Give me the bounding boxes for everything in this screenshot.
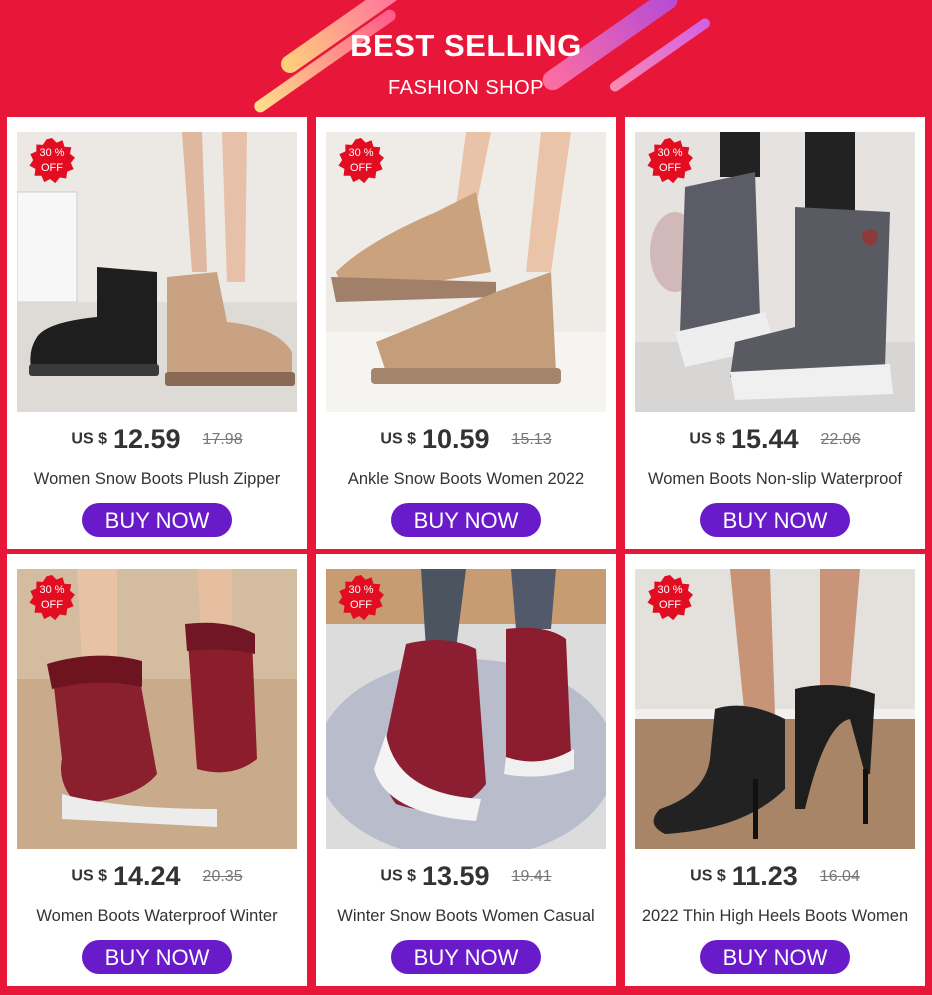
product-card[interactable]: 30 % OFF US $ 15.44 22.06 Women Boots Non-s… [625,117,925,549]
header: BEST SELLING FASHION SHOP [0,0,932,115]
currency-label: US $ [71,430,107,448]
buy-now-button[interactable]: BUY NOW [391,503,541,537]
sale-price: 15.44 [730,424,799,454]
product-title[interactable]: 2022 Thin High Heels Boots Women [625,907,925,926]
sale-price: 14.24 [112,861,181,891]
product-card[interactable]: 30 % OFF US $ 11.23 16.04 2022 Thin High He… [625,554,925,986]
buy-now-button[interactable]: BUY NOW [700,503,850,537]
product-card[interactable]: 30 % OFF US $ 13.59 19.41 Winter Snow Boots… [316,554,616,986]
original-price: 22.06 [820,430,861,448]
price-row: US $ 15.44 22.06 [625,424,925,458]
product-title[interactable]: Ankle Snow Boots Women 2022 [316,470,616,489]
product-image[interactable]: 30 % OFF [326,132,606,412]
price-row: US $ 13.59 19.41 [316,861,616,895]
product-title[interactable]: Women Boots Non-slip Waterproof [625,470,925,489]
price-row: US $ 11.23 16.04 [625,861,925,895]
page-title: BEST SELLING [350,28,582,63]
product-image[interactable]: 30 % OFF [17,569,297,849]
sale-price: 11.23 [731,861,798,891]
product-title[interactable]: Winter Snow Boots Women Casual [316,907,616,926]
buy-now-button[interactable]: BUY NOW [391,940,541,974]
sale-price: 10.59 [421,424,490,454]
page-subtitle: FASHION SHOP [387,77,545,99]
buy-now-button[interactable]: BUY NOW [82,503,232,537]
price-row: US $ 12.59 17.98 [7,424,307,458]
product-image[interactable]: 30 % OFF [635,569,915,849]
sale-price: 12.59 [112,424,181,454]
currency-label: US $ [380,430,416,448]
currency-label: US $ [71,867,107,885]
buy-now-button[interactable]: BUY NOW [700,940,850,974]
price-row: US $ 14.24 20.35 [7,861,307,895]
original-price: 19.41 [511,867,552,885]
original-price: 15.13 [511,430,552,448]
product-card[interactable]: 30 % OFF US $ 12.59 17.98 Women Snow Boots … [7,117,307,549]
currency-label: US $ [380,867,416,885]
original-price: 17.98 [202,430,243,448]
original-price: 16.04 [819,867,860,885]
product-title[interactable]: Women Boots Waterproof Winter [7,907,307,926]
price-row: US $ 10.59 15.13 [316,424,616,458]
product-title[interactable]: Women Snow Boots Plush Zipper [7,470,307,489]
promo-page: BEST SELLING FASHION SHOP 30 % OFF US $ 12… [0,0,932,995]
product-card[interactable]: 30 % OFF US $ 10.59 15.13 Ankle Snow Boots … [316,117,616,549]
original-price: 20.35 [202,867,243,885]
currency-label: US $ [689,430,725,448]
product-image[interactable]: 30 % OFF [635,132,915,412]
sale-price: 13.59 [421,861,490,891]
product-image[interactable]: 30 % OFF [326,569,606,849]
product-image[interactable]: 30 % OFF [17,132,297,412]
product-card[interactable]: 30 % OFF US $ 14.24 20.35 Women Boots Water… [7,554,307,986]
currency-label: US $ [690,867,726,885]
buy-now-button[interactable]: BUY NOW [82,940,232,974]
